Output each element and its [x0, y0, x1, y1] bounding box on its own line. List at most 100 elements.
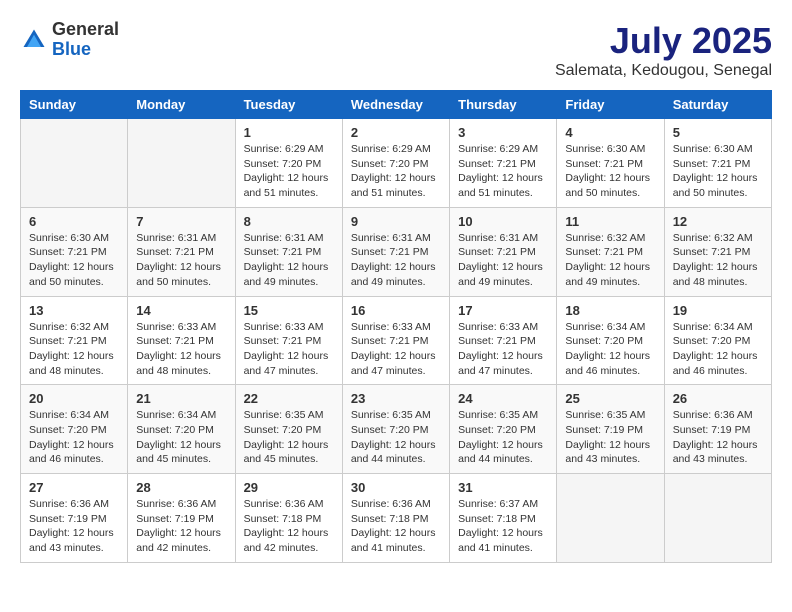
- logo-blue: Blue: [52, 39, 91, 59]
- day-number: 15: [244, 303, 334, 318]
- weekday-header: Tuesday: [235, 91, 342, 119]
- calendar-cell: 28 Sunrise: 6:36 AM Sunset: 7:19 PM Dayli…: [128, 474, 235, 563]
- day-number: 10: [458, 214, 548, 229]
- day-info: Sunrise: 6:34 AM Sunset: 7:20 PM Dayligh…: [29, 408, 119, 467]
- day-info: Sunrise: 6:35 AM Sunset: 7:20 PM Dayligh…: [458, 408, 548, 467]
- day-number: 20: [29, 391, 119, 406]
- day-info: Sunrise: 6:29 AM Sunset: 7:20 PM Dayligh…: [244, 142, 334, 201]
- weekday-header: Friday: [557, 91, 664, 119]
- day-info: Sunrise: 6:36 AM Sunset: 7:18 PM Dayligh…: [351, 497, 441, 556]
- day-info: Sunrise: 6:31 AM Sunset: 7:21 PM Dayligh…: [351, 231, 441, 290]
- weekday-header: Wednesday: [342, 91, 449, 119]
- day-info: Sunrise: 6:29 AM Sunset: 7:20 PM Dayligh…: [351, 142, 441, 201]
- calendar-week-row: 6 Sunrise: 6:30 AM Sunset: 7:21 PM Daylig…: [21, 207, 772, 296]
- calendar-cell: [557, 474, 664, 563]
- calendar-cell: 17Sunrise: 6:33 AM Sunset: 7:21 PM Dayli…: [450, 296, 557, 385]
- day-info: Sunrise: 6:36 AM Sunset: 7:19 PM Dayligh…: [29, 497, 119, 556]
- day-info: Sunrise: 6:34 AM Sunset: 7:20 PM Dayligh…: [565, 320, 655, 379]
- day-info: Sunrise: 6:30 AM Sunset: 7:21 PM Dayligh…: [29, 231, 119, 290]
- day-info: Sunrise: 6:35 AM Sunset: 7:19 PM Dayligh…: [565, 408, 655, 467]
- calendar-cell: 1 Sunrise: 6:29 AM Sunset: 7:20 PM Daylig…: [235, 119, 342, 208]
- calendar-week-row: 20 Sunrise: 6:34 AM Sunset: 7:20 PM Dayli…: [21, 385, 772, 474]
- day-number: 7: [136, 214, 226, 229]
- day-info: Sunrise: 6:32 AM Sunset: 7:21 PM Dayligh…: [673, 231, 763, 290]
- day-number: 19: [673, 303, 763, 318]
- calendar-cell: 15 Sunrise: 6:33 AM Sunset: 7:21 PM Dayli…: [235, 296, 342, 385]
- calendar-cell: 18 Sunrise: 6:34 AM Sunset: 7:20 PM Dayli…: [557, 296, 664, 385]
- day-info: Sunrise: 6:32 AM Sunset: 7:21 PM Dayligh…: [29, 320, 119, 379]
- calendar-cell: 7Sunrise: 6:31 AM Sunset: 7:21 PM Daylig…: [128, 207, 235, 296]
- calendar-week-row: 27Sunrise: 6:36 AM Sunset: 7:19 PM Dayli…: [21, 474, 772, 563]
- calendar-week-row: 13 Sunrise: 6:32 AM Sunset: 7:21 PM Dayli…: [21, 296, 772, 385]
- day-number: 22: [244, 391, 334, 406]
- calendar-cell: 2 Sunrise: 6:29 AM Sunset: 7:20 PM Daylig…: [342, 119, 449, 208]
- day-info: Sunrise: 6:33 AM Sunset: 7:21 PM Dayligh…: [244, 320, 334, 379]
- day-info: Sunrise: 6:30 AM Sunset: 7:21 PM Dayligh…: [673, 142, 763, 201]
- calendar-cell: [664, 474, 771, 563]
- day-number: 13: [29, 303, 119, 318]
- location-title: Salemata, Kedougou, Senegal: [555, 62, 772, 80]
- day-info: Sunrise: 6:33 AM Sunset: 7:21 PM Dayligh…: [458, 320, 548, 379]
- calendar-cell: 9 Sunrise: 6:31 AM Sunset: 7:21 PM Daylig…: [342, 207, 449, 296]
- day-number: 30: [351, 480, 441, 495]
- calendar-cell: 26Sunrise: 6:36 AM Sunset: 7:19 PM Dayli…: [664, 385, 771, 474]
- day-number: 14: [136, 303, 226, 318]
- logo-text: General Blue: [52, 20, 119, 60]
- day-number: 25: [565, 391, 655, 406]
- calendar-cell: 4 Sunrise: 6:30 AM Sunset: 7:21 PM Daylig…: [557, 119, 664, 208]
- calendar-cell: 10 Sunrise: 6:31 AM Sunset: 7:21 PM Dayli…: [450, 207, 557, 296]
- day-info: Sunrise: 6:35 AM Sunset: 7:20 PM Dayligh…: [244, 408, 334, 467]
- day-info: Sunrise: 6:33 AM Sunset: 7:21 PM Dayligh…: [136, 320, 226, 379]
- day-number: 31: [458, 480, 548, 495]
- calendar-header-row: SundayMondayTuesdayWednesdayThursdayFrid…: [21, 91, 772, 119]
- weekday-header: Monday: [128, 91, 235, 119]
- day-info: Sunrise: 6:36 AM Sunset: 7:19 PM Dayligh…: [673, 408, 763, 467]
- logo-icon: [20, 26, 48, 54]
- calendar-cell: 23Sunrise: 6:35 AM Sunset: 7:20 PM Dayli…: [342, 385, 449, 474]
- calendar-cell: 3 Sunrise: 6:29 AM Sunset: 7:21 PM Daylig…: [450, 119, 557, 208]
- day-number: 9: [351, 214, 441, 229]
- day-info: Sunrise: 6:30 AM Sunset: 7:21 PM Dayligh…: [565, 142, 655, 201]
- calendar-week-row: 1 Sunrise: 6:29 AM Sunset: 7:20 PM Daylig…: [21, 119, 772, 208]
- day-number: 29: [244, 480, 334, 495]
- day-info: Sunrise: 6:37 AM Sunset: 7:18 PM Dayligh…: [458, 497, 548, 556]
- day-number: 28: [136, 480, 226, 495]
- day-info: Sunrise: 6:31 AM Sunset: 7:21 PM Dayligh…: [244, 231, 334, 290]
- day-number: 2: [351, 125, 441, 140]
- day-number: 1: [244, 125, 334, 140]
- day-number: 21: [136, 391, 226, 406]
- calendar-cell: 24Sunrise: 6:35 AM Sunset: 7:20 PM Dayli…: [450, 385, 557, 474]
- calendar-cell: 11Sunrise: 6:32 AM Sunset: 7:21 PM Dayli…: [557, 207, 664, 296]
- calendar: SundayMondayTuesdayWednesdayThursdayFrid…: [20, 90, 772, 563]
- title-block: July 2025 Salemata, Kedougou, Senegal: [555, 20, 772, 80]
- calendar-cell: 29 Sunrise: 6:36 AM Sunset: 7:18 PM Dayli…: [235, 474, 342, 563]
- weekday-header: Saturday: [664, 91, 771, 119]
- calendar-cell: 5Sunrise: 6:30 AM Sunset: 7:21 PM Daylig…: [664, 119, 771, 208]
- calendar-cell: 20 Sunrise: 6:34 AM Sunset: 7:20 PM Dayli…: [21, 385, 128, 474]
- day-info: Sunrise: 6:33 AM Sunset: 7:21 PM Dayligh…: [351, 320, 441, 379]
- logo-general: General: [52, 19, 119, 39]
- calendar-cell: 16 Sunrise: 6:33 AM Sunset: 7:21 PM Dayli…: [342, 296, 449, 385]
- day-number: 16: [351, 303, 441, 318]
- day-number: 18: [565, 303, 655, 318]
- day-number: 6: [29, 214, 119, 229]
- day-number: 4: [565, 125, 655, 140]
- day-number: 11: [565, 214, 655, 229]
- calendar-cell: 19Sunrise: 6:34 AM Sunset: 7:20 PM Dayli…: [664, 296, 771, 385]
- day-number: 3: [458, 125, 548, 140]
- day-info: Sunrise: 6:34 AM Sunset: 7:20 PM Dayligh…: [136, 408, 226, 467]
- day-info: Sunrise: 6:36 AM Sunset: 7:19 PM Dayligh…: [136, 497, 226, 556]
- calendar-cell: 13 Sunrise: 6:32 AM Sunset: 7:21 PM Dayli…: [21, 296, 128, 385]
- day-number: 8: [244, 214, 334, 229]
- day-info: Sunrise: 6:31 AM Sunset: 7:21 PM Dayligh…: [458, 231, 548, 290]
- calendar-cell: 31 Sunrise: 6:37 AM Sunset: 7:18 PM Dayli…: [450, 474, 557, 563]
- day-info: Sunrise: 6:35 AM Sunset: 7:20 PM Dayligh…: [351, 408, 441, 467]
- day-info: Sunrise: 6:36 AM Sunset: 7:18 PM Dayligh…: [244, 497, 334, 556]
- day-info: Sunrise: 6:29 AM Sunset: 7:21 PM Dayligh…: [458, 142, 548, 201]
- calendar-cell: 8 Sunrise: 6:31 AM Sunset: 7:21 PM Daylig…: [235, 207, 342, 296]
- calendar-cell: 27Sunrise: 6:36 AM Sunset: 7:19 PM Dayli…: [21, 474, 128, 563]
- calendar-cell: 25 Sunrise: 6:35 AM Sunset: 7:19 PM Dayli…: [557, 385, 664, 474]
- calendar-cell: [128, 119, 235, 208]
- calendar-cell: 22 Sunrise: 6:35 AM Sunset: 7:20 PM Dayli…: [235, 385, 342, 474]
- calendar-cell: 14 Sunrise: 6:33 AM Sunset: 7:21 PM Dayli…: [128, 296, 235, 385]
